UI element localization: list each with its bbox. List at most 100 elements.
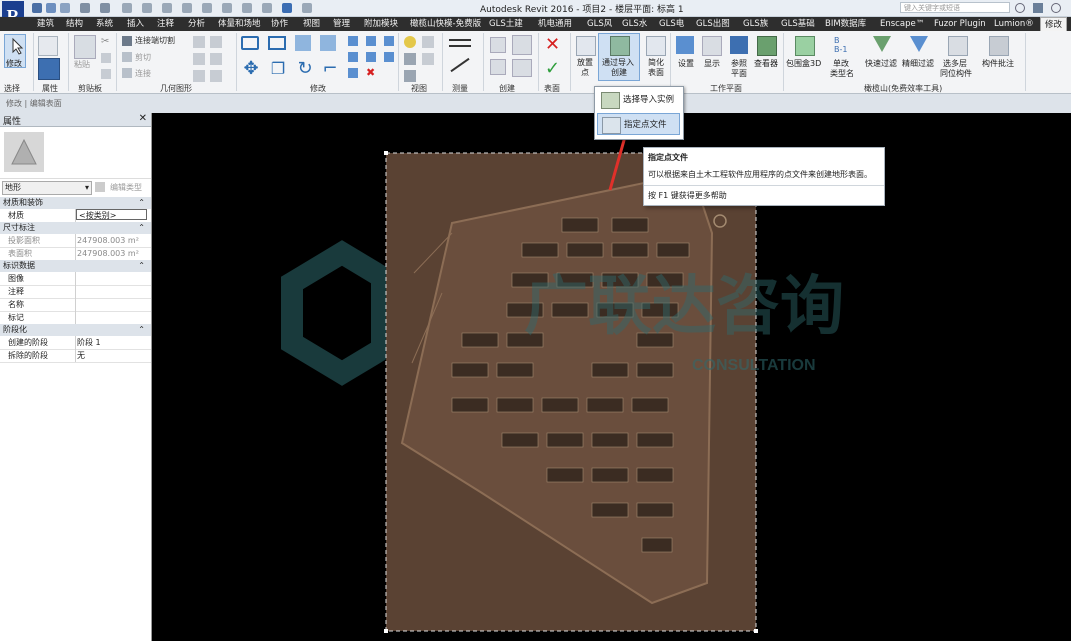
remove-paint-icon[interactable]: [210, 53, 222, 65]
tab-gls-civil[interactable]: GLS土建: [489, 18, 523, 30]
default-3d-view-icon[interactable]: [182, 3, 192, 13]
subscription-icon[interactable]: [1033, 3, 1043, 13]
trim-extend-icon[interactable]: ⌐: [320, 59, 340, 79]
pin-icon[interactable]: [366, 52, 376, 62]
material-value[interactable]: <按类别>: [76, 209, 147, 220]
tab-collaborate[interactable]: 协作: [271, 18, 288, 30]
properties-icon[interactable]: [38, 58, 60, 80]
type-selector[interactable]: 地形 ▾: [2, 181, 92, 195]
offset-small-icon[interactable]: [384, 52, 394, 62]
help-icon[interactable]: [1051, 3, 1061, 13]
tab-addins[interactable]: 附加模块: [364, 18, 398, 30]
trim-icon[interactable]: [366, 36, 376, 46]
aligned-dimension-icon[interactable]: [450, 57, 470, 73]
category-identity[interactable]: 标识数据 ⌃: [0, 260, 151, 272]
tab-annotate[interactable]: 注释: [157, 18, 174, 30]
join-geometry-label[interactable]: 连接: [135, 68, 151, 79]
finish-edit-icon[interactable]: ✓: [545, 60, 563, 78]
close-icon[interactable]: ✕: [139, 113, 147, 124]
property-row[interactable]: 创建的阶段 阶段 1: [0, 336, 151, 350]
measure-icon[interactable]: [142, 3, 152, 13]
tab-gls-hvac[interactable]: GLS风: [587, 18, 612, 30]
tab-gls-water[interactable]: GLS水: [622, 18, 647, 30]
tab-fuzor[interactable]: Fuzor Plugin: [934, 18, 986, 30]
paste-icon[interactable]: [74, 35, 96, 59]
create-group-icon[interactable]: [490, 59, 506, 75]
cut-geometry-label[interactable]: 剪切: [135, 52, 151, 63]
open-icon[interactable]: [32, 3, 42, 13]
rename-type-icon[interactable]: B B-1: [834, 36, 852, 54]
offset-icon[interactable]: [268, 36, 286, 50]
multi-level-select-icon[interactable]: [948, 36, 968, 56]
align-icon[interactable]: [241, 36, 259, 50]
menu-item-specify-points-file[interactable]: 指定点文件: [597, 113, 680, 135]
tab-structure[interactable]: 结构: [66, 18, 83, 30]
place-point-icon[interactable]: [576, 36, 596, 56]
tab-modify[interactable]: 修改: [1040, 17, 1068, 32]
cancel-edit-icon[interactable]: ✕: [545, 36, 563, 54]
delete-icon[interactable]: ✖: [366, 67, 376, 78]
tag-icon[interactable]: [222, 3, 232, 13]
split-face-icon[interactable]: [210, 36, 222, 48]
linework-icon[interactable]: [404, 70, 416, 82]
split-element-icon[interactable]: [348, 36, 358, 46]
override-graphics-icon[interactable]: [404, 53, 416, 65]
property-row[interactable]: 名称: [0, 298, 151, 312]
hide-bulb-icon[interactable]: [404, 36, 416, 48]
tab-architecture[interactable]: 建筑: [37, 18, 54, 30]
tab-gls-electric[interactable]: GLS电: [659, 18, 684, 30]
fine-filter-icon[interactable]: [910, 36, 928, 52]
mirror-draw-icon[interactable]: [320, 35, 336, 51]
tab-bim-database[interactable]: BIM数据库: [825, 18, 866, 30]
scale-icon[interactable]: [348, 68, 358, 78]
mirror-axis-icon[interactable]: [295, 35, 311, 51]
thin-lines-icon[interactable]: [242, 3, 252, 13]
save-icon[interactable]: [46, 3, 56, 13]
wall-joins-icon[interactable]: [193, 36, 205, 48]
property-row[interactable]: 注释: [0, 285, 151, 299]
tab-enscape[interactable]: Enscape™: [880, 18, 924, 30]
view-filter-icon[interactable]: [422, 53, 434, 65]
move-icon[interactable]: ✥: [241, 59, 261, 79]
tab-gls-drawing[interactable]: GLS出图: [696, 18, 730, 30]
binoculars-icon[interactable]: [1015, 3, 1025, 13]
print-icon[interactable]: [122, 3, 132, 13]
category-phasing[interactable]: 阶段化 ⌃: [0, 324, 151, 336]
menu-item-select-import-instance[interactable]: 选择导入实例: [597, 89, 680, 111]
reference-plane-icon[interactable]: [730, 36, 748, 54]
tab-analyze[interactable]: 分析: [188, 18, 205, 30]
demolish-icon[interactable]: [193, 70, 205, 82]
component-batch-icon[interactable]: [989, 36, 1009, 56]
copy-element-icon[interactable]: ❐: [268, 59, 288, 79]
text-icon[interactable]: [162, 3, 172, 13]
tab-systems[interactable]: 系统: [96, 18, 113, 30]
customize-toolbar-icon[interactable]: [302, 3, 312, 13]
copy-icon[interactable]: [101, 53, 111, 63]
create-parts-icon[interactable]: [512, 35, 532, 55]
rotate-icon[interactable]: ↻: [295, 59, 315, 79]
create-assembly-icon[interactable]: [490, 37, 506, 53]
match-type-icon[interactable]: [101, 69, 111, 79]
tab-insert[interactable]: 插入: [127, 18, 144, 30]
close-hidden-icon[interactable]: [262, 3, 272, 13]
type-properties-icon[interactable]: [38, 36, 58, 56]
property-row[interactable]: 图像: [0, 272, 151, 286]
redo-icon[interactable]: [100, 3, 110, 13]
simplify-surface-icon[interactable]: [646, 36, 666, 56]
set-workplane-icon[interactable]: [676, 36, 694, 54]
tab-view[interactable]: 视图: [303, 18, 320, 30]
join-cut-label[interactable]: 连接端切割: [135, 35, 175, 46]
property-row[interactable]: 拆除的阶段无: [0, 349, 151, 363]
join-geometry-icon[interactable]: [122, 68, 132, 78]
edit-type-icon[interactable]: [95, 182, 105, 192]
measure-between-icon[interactable]: [449, 39, 471, 47]
tab-olivemountain[interactable]: 橄榄山快模-免费版: [410, 18, 481, 30]
section-icon[interactable]: [202, 3, 212, 13]
category-dimensions[interactable]: 尺寸标注 ⌃: [0, 222, 151, 234]
viewer-icon[interactable]: [757, 36, 777, 56]
tab-massing-site[interactable]: 体量和场地: [218, 18, 261, 30]
bounding-box-3d-icon[interactable]: [795, 36, 815, 56]
category-material[interactable]: 材质和装饰 ⌃: [0, 197, 151, 209]
sync-icon[interactable]: [60, 3, 70, 13]
undo-icon[interactable]: [80, 3, 90, 13]
